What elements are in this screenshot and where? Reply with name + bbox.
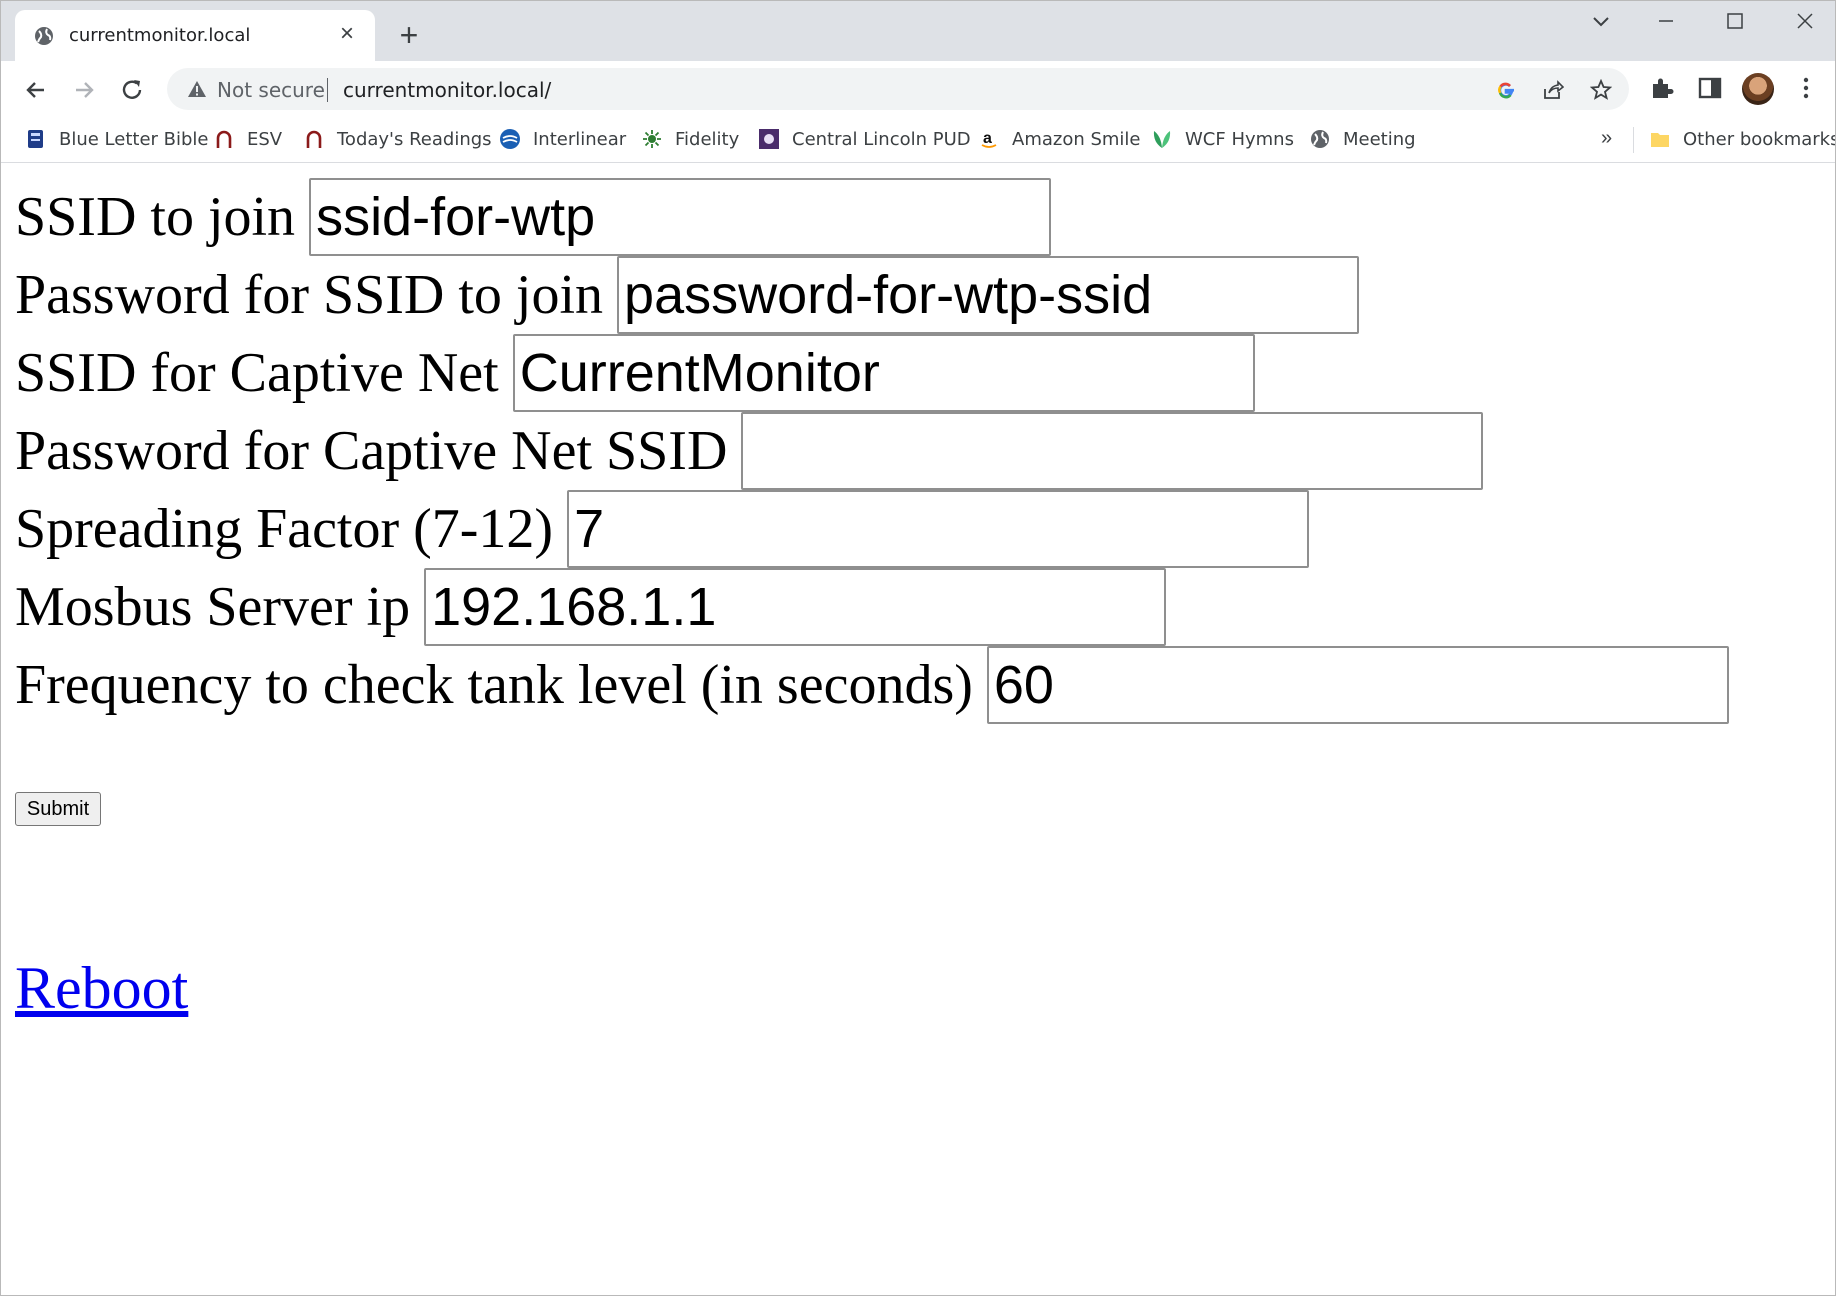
modbus-server-ip-input[interactable]: [424, 568, 1167, 646]
spreading-factor-input[interactable]: [567, 490, 1310, 568]
field-captive-net-ssid: SSID for Captive Net: [15, 334, 1255, 412]
reboot-link[interactable]: Reboot: [15, 954, 188, 1023]
folder-icon: [1649, 128, 1671, 150]
field-captive-net-password: Password for Captive Net SSID: [15, 412, 1484, 490]
tab-strip: currentmonitor.local × +: [1, 1, 1835, 61]
forward-icon[interactable]: [69, 75, 99, 105]
field-spreading-factor: Spreading Factor (7-12): [15, 490, 1310, 568]
profile-avatar[interactable]: [1742, 73, 1774, 105]
side-panel-icon[interactable]: [1697, 75, 1723, 101]
tab-title: currentmonitor.local: [69, 25, 251, 46]
bookmark-wcf-hymns[interactable]: WCF Hymns: [1151, 125, 1294, 153]
bookmark-esv[interactable]: ESV: [213, 125, 282, 153]
divider: [327, 78, 328, 102]
bookmarks-overflow-button[interactable]: »: [1601, 127, 1612, 150]
amazon-icon: a: [978, 128, 1000, 150]
back-icon[interactable]: [21, 75, 51, 105]
wcf-hymns-icon: [1151, 128, 1173, 150]
address-bar[interactable]: Not secure currentmonitor.local/: [167, 68, 1629, 110]
bookmark-fidelity[interactable]: Fidelity: [641, 125, 739, 153]
security-status[interactable]: Not secure: [217, 78, 325, 102]
minimize-icon[interactable]: [1646, 7, 1686, 37]
warning-icon[interactable]: [187, 80, 207, 98]
field-ssid-to-join: SSID to join: [15, 178, 1052, 256]
password-for-ssid-input[interactable]: [617, 256, 1360, 334]
new-tab-button[interactable]: +: [395, 19, 423, 51]
submit-button[interactable]: Submit: [15, 792, 101, 826]
field-label: Password for SSID to join: [15, 264, 604, 326]
check-frequency-input[interactable]: [986, 646, 1729, 724]
globe-icon: [1309, 128, 1331, 150]
bookmark-central-lincoln-pud[interactable]: Central Lincoln PUD: [758, 125, 971, 153]
browser-window: currentmonitor.local × + Not secure curr…: [0, 0, 1836, 1296]
page-content: SSID to join Password for SSID to join S…: [1, 164, 1835, 1295]
bookmark-blue-letter-bible[interactable]: Blue Letter Bible: [25, 125, 209, 153]
field-label: Password for Captive Net SSID: [15, 420, 728, 482]
central-lincoln-pud-icon: [758, 128, 780, 150]
toolbar: Not secure currentmonitor.local/: [1, 61, 1835, 117]
divider: [1633, 127, 1634, 153]
bookmark-star-icon[interactable]: [1589, 78, 1613, 101]
svg-text:a: a: [983, 130, 992, 147]
share-icon[interactable]: [1542, 79, 1565, 101]
field-label: Mosbus Server ip: [15, 576, 411, 638]
field-label: Frequency to check tank level (in second…: [15, 654, 973, 716]
ssid-to-join-input[interactable]: [309, 178, 1052, 256]
field-label: SSID for Captive Net: [15, 342, 499, 404]
bookmarks-bar: Blue Letter Bible ESV Today's Readings I…: [1, 117, 1835, 163]
bookmark-meeting[interactable]: Meeting: [1309, 125, 1416, 153]
maximize-icon[interactable]: [1715, 7, 1755, 37]
tab-close-icon[interactable]: ×: [335, 22, 359, 46]
captive-net-ssid-input[interactable]: [512, 334, 1255, 412]
tab-search-icon[interactable]: [1581, 7, 1621, 37]
google-icon[interactable]: [1495, 79, 1517, 101]
esv-icon: [213, 128, 235, 150]
bookmark-todays-readings[interactable]: Today's Readings: [303, 125, 492, 153]
tab-active[interactable]: currentmonitor.local ×: [15, 10, 375, 61]
reload-icon[interactable]: [117, 75, 147, 105]
globe-icon: [33, 25, 55, 47]
url-text[interactable]: currentmonitor.local/: [343, 78, 551, 102]
interlinear-icon: [499, 128, 521, 150]
field-label: SSID to join: [15, 186, 296, 248]
other-bookmarks[interactable]: Other bookmarks: [1649, 125, 1835, 153]
captive-net-password-input[interactable]: [741, 412, 1484, 490]
todays-readings-icon: [303, 128, 325, 150]
fidelity-icon: [641, 128, 663, 150]
bookmark-amazon-smile[interactable]: a Amazon Smile: [978, 125, 1141, 153]
field-modbus-server-ip: Mosbus Server ip: [15, 568, 1167, 646]
bookmark-interlinear[interactable]: Interlinear: [499, 125, 626, 153]
field-label: Spreading Factor (7-12): [15, 498, 554, 560]
field-check-frequency: Frequency to check tank level (in second…: [15, 646, 1729, 724]
field-password-for-ssid: Password for SSID to join: [15, 256, 1360, 334]
close-icon[interactable]: [1785, 7, 1825, 37]
extensions-icon[interactable]: [1649, 75, 1675, 101]
blue-letter-bible-icon: [25, 128, 47, 150]
menu-icon[interactable]: [1793, 75, 1819, 101]
